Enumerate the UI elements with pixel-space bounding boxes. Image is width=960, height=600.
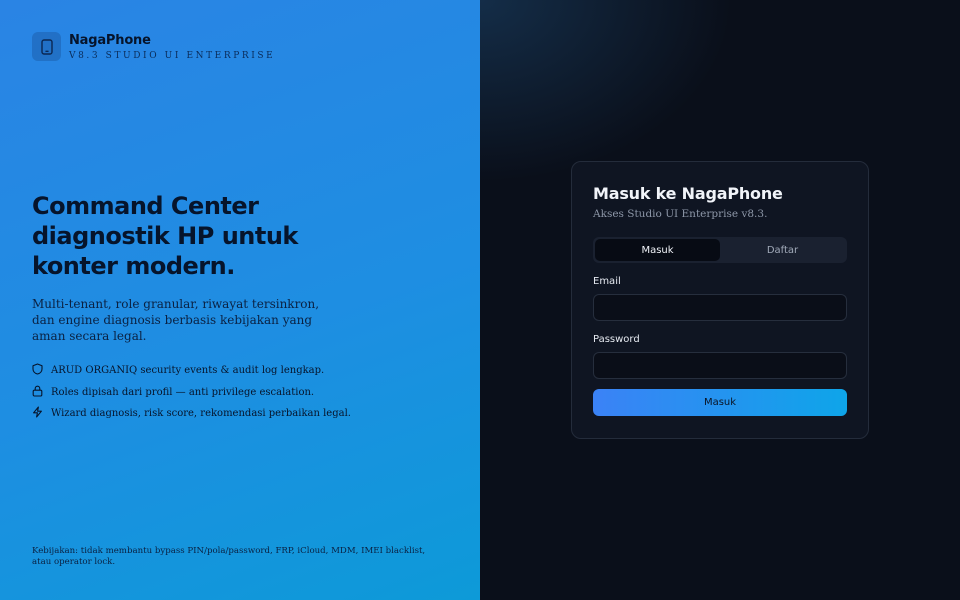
feature-list: ARUD ORGANIQ security events & audit log… <box>32 360 351 425</box>
email-label: Email <box>593 276 621 287</box>
lock-icon <box>32 385 43 400</box>
login-title: Masuk ke NagaPhone <box>593 184 783 203</box>
auth-tabs: Masuk Daftar <box>593 237 847 263</box>
feature-text: Roles dipisah dari profil — anti privile… <box>51 386 315 398</box>
feature-item: Wizard diagnosis, risk score, rekomendas… <box>32 403 351 425</box>
brand-name: NagaPhone <box>69 32 151 48</box>
tab-daftar[interactable]: Daftar <box>720 239 845 261</box>
feature-item: Roles dipisah dari profil — anti privile… <box>32 382 351 404</box>
hero-description: Multi-tenant, role granular, riwayat ter… <box>32 297 320 343</box>
password-field[interactable] <box>593 352 847 379</box>
shield-icon <box>32 363 43 378</box>
password-label: Password <box>593 334 640 345</box>
brand: NagaPhone V8.3 STUDIO UI ENTERPRISE <box>32 32 275 61</box>
email-field[interactable] <box>593 294 847 321</box>
login-card: Masuk ke NagaPhone Akses Studio UI Enter… <box>571 161 869 439</box>
brand-subtitle: V8.3 STUDIO UI ENTERPRISE <box>69 50 276 61</box>
hero-title: Command Center diagnostik HP untuk konte… <box>32 192 298 280</box>
tab-masuk[interactable]: Masuk <box>595 239 720 261</box>
feature-text: ARUD ORGANIQ security events & audit log… <box>51 365 325 377</box>
lightning-icon <box>32 406 43 421</box>
hero-panel: NagaPhone V8.3 STUDIO UI ENTERPRISE Comm… <box>0 0 480 600</box>
login-subtitle: Akses Studio UI Enterprise v8.3. <box>593 208 768 220</box>
feature-item: ARUD ORGANIQ security events & audit log… <box>32 360 351 382</box>
feature-text: Wizard diagnosis, risk score, rekomendas… <box>51 408 351 420</box>
policy-note: Kebijakan: tidak membantu bypass PIN/pol… <box>32 546 426 567</box>
auth-panel: Masuk ke NagaPhone Akses Studio UI Enter… <box>480 0 960 600</box>
phone-icon <box>32 32 61 61</box>
login-submit-button[interactable]: Masuk <box>593 389 847 416</box>
